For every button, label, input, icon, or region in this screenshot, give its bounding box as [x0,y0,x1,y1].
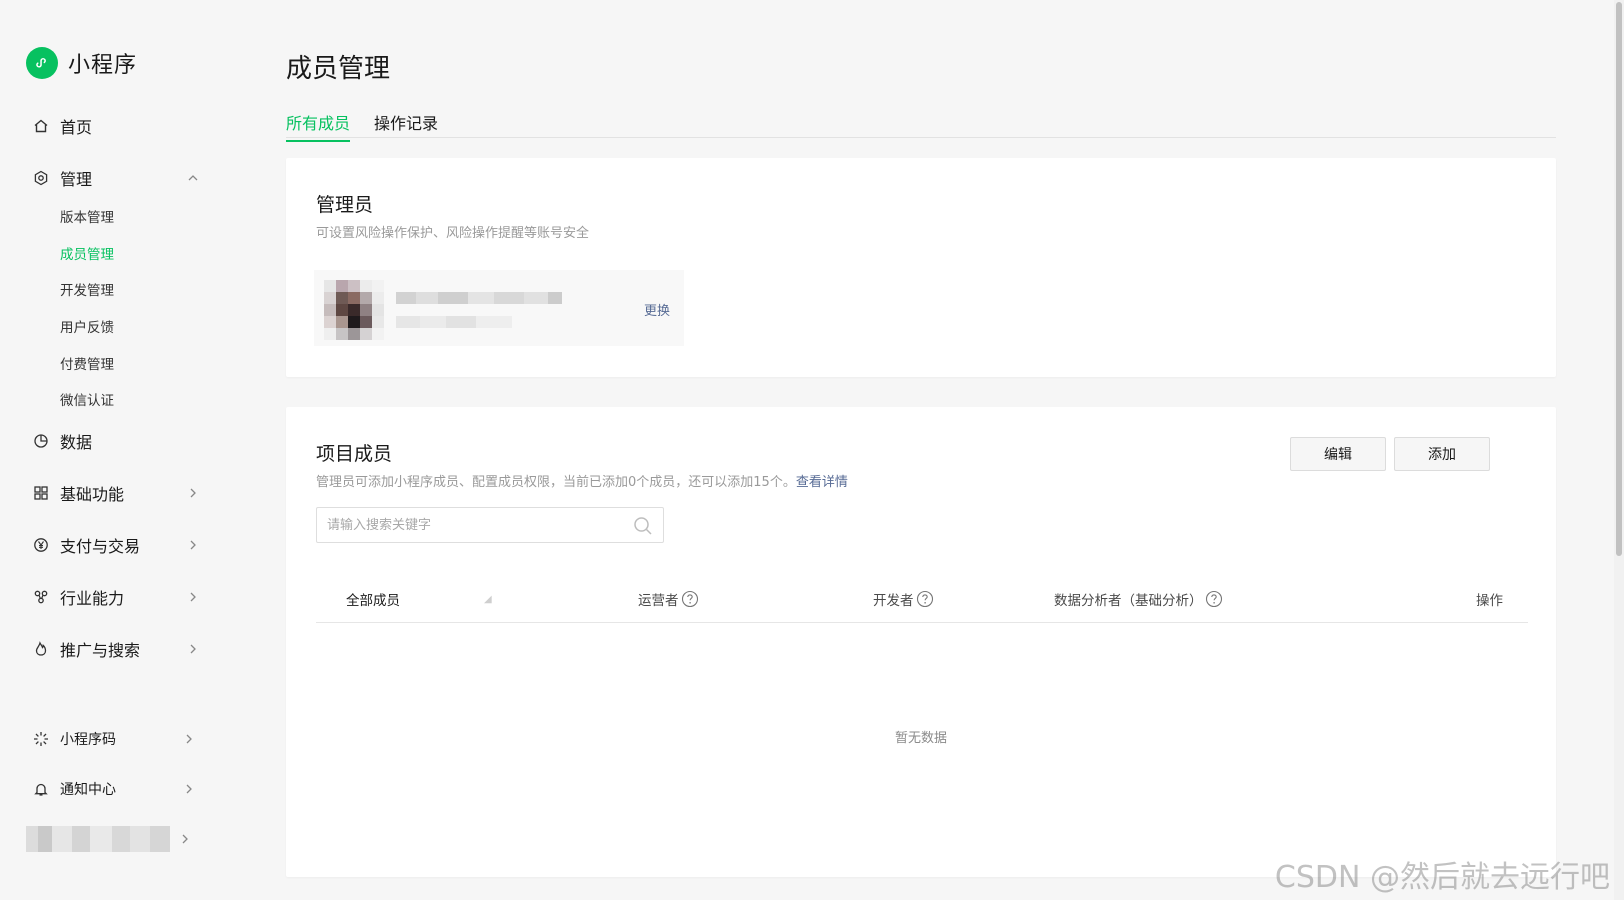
tab-operation-log[interactable]: 操作记录 [374,110,438,140]
members-desc-text: 管理员可添加小程序成员、配置成员权限，当前已添加0个成员，还可以添加15个。 [316,475,796,490]
page-title: 成员管理 [286,54,391,84]
chevron-right-icon [184,484,202,502]
sidebar-item-label: 基础功能 [60,485,125,504]
members-card: 项目成员 管理员可添加小程序成员、配置成员权限，当前已添加0个成员，还可以添加1… [286,407,1556,877]
members-table-header: 全部成员 ◢ 运营者 开发者 数据分析者（基础分析） 操作 [316,567,1528,623]
brand[interactable]: 小程序 [26,47,137,79]
column-data-analyst: 数据分析者（基础分析） [1054,589,1223,609]
nodes-icon [32,588,50,606]
change-admin-link[interactable]: 更换 [644,300,670,319]
column-label: 操作 [1476,593,1503,609]
help-icon[interactable] [1205,590,1223,608]
chevron-right-icon [180,730,198,748]
mini-program-logo-icon [26,47,58,79]
sidebar-subitem-version[interactable]: 版本管理 [60,206,114,226]
home-icon [32,117,50,135]
sidebar-item-data[interactable]: 数据 [32,428,202,454]
add-button[interactable]: 添加 [1394,437,1490,471]
sparkle-icon [32,730,50,748]
sidebar-item-payment-trade[interactable]: 支付与交易 [32,532,202,558]
chevron-right-icon[interactable] [176,830,194,848]
page-scrollbar[interactable] [1614,0,1624,900]
sidebar-item-industry[interactable]: 行业能力 [32,584,202,610]
sidebar-item-label: 管理 [60,170,93,189]
yen-icon [32,536,50,554]
tab-all-members[interactable]: 所有成员 [286,110,351,142]
search-icon[interactable] [633,516,653,536]
sort-icon: ◢ [484,593,492,605]
sidebar-subitem-verification[interactable]: 微信认证 [60,389,114,409]
search-input[interactable] [327,508,627,542]
sidebar-item-home[interactable]: 首页 [32,113,202,139]
view-details-link[interactable]: 查看详情 [796,475,848,490]
sidebar-item-label: 推广与搜索 [60,641,141,660]
chevron-right-icon [184,640,202,658]
admin-card-title: 管理员 [316,194,374,216]
grid-icon [32,484,50,502]
chevron-right-icon [184,588,202,606]
admin-id-redacted [396,316,512,328]
admin-card-desc: 可设置风险操作保护、风险操作提醒等账号安全 [316,226,590,241]
sidebar-item-label: 通知中心 [60,782,116,798]
sidebar-item-label: 行业能力 [60,589,125,608]
help-icon[interactable] [916,590,934,608]
sidebar-item-label: 首页 [60,118,93,137]
members-card-desc: 管理员可添加小程序成员、配置成员权限，当前已添加0个成员，还可以添加15个。查看… [316,471,848,490]
avatar [324,280,384,340]
column-label: 数据分析者（基础分析） [1054,593,1203,609]
column-label: 全部成员 [346,593,400,609]
sidebar-item-promotion-search[interactable]: 推广与搜索 [32,636,202,662]
watermark: CSDN @然后就去远行吧 [1274,860,1610,895]
scrollbar-thumb[interactable] [1616,2,1622,556]
admin-name-redacted [396,292,562,304]
flame-icon [32,640,50,658]
sidebar-subitem-payment[interactable]: 付费管理 [60,353,114,373]
column-actions: 操作 [1476,589,1503,609]
chevron-right-icon [180,780,198,798]
column-label: 开发者 [873,593,914,609]
empty-state-text: 暂无数据 [894,731,947,746]
sidebar-item-notifications[interactable]: 通知中心 [32,776,202,802]
chevron-up-icon [184,169,202,187]
sidebar-item-label: 数据 [60,433,93,452]
sidebar-subitem-feedback[interactable]: 用户反馈 [60,316,114,336]
search-box [316,507,664,543]
tab-bar: 所有成员 操作记录 [286,106,1556,142]
column-developer: 开发者 [873,589,934,609]
chevron-right-icon [184,536,202,554]
edit-button[interactable]: 编辑 [1290,437,1386,471]
account-switcher[interactable] [26,826,170,852]
sidebar-item-basic-features[interactable]: 基础功能 [32,480,202,506]
pie-chart-icon [32,432,50,450]
sidebar-item-manage[interactable]: 管理 [32,165,202,191]
column-all-members[interactable]: 全部成员 ◢ [346,589,492,609]
members-card-title: 项目成员 [316,443,393,465]
column-operator: 运营者 [638,589,699,609]
bell-icon [32,780,50,798]
sidebar-subitem-development[interactable]: 开发管理 [60,279,114,299]
gear-icon [32,169,50,187]
sidebar-item-label: 支付与交易 [60,537,141,556]
sidebar-item-qrcode[interactable]: 小程序码 [32,726,202,752]
admin-entry: 更换 [314,270,684,346]
sidebar-item-label: 小程序码 [60,732,116,748]
sidebar: 小程序 首页 管理 版本管理 成员管理 开发管理 用户反馈 付费管理 微信认证 … [0,0,250,900]
help-icon[interactable] [681,590,699,608]
column-label: 运营者 [638,593,679,609]
admin-card: 管理员 可设置风险操作保护、风险操作提醒等账号安全 更换 [286,158,1556,377]
sidebar-subitem-members[interactable]: 成员管理 [60,243,114,263]
brand-name: 小程序 [68,53,138,78]
